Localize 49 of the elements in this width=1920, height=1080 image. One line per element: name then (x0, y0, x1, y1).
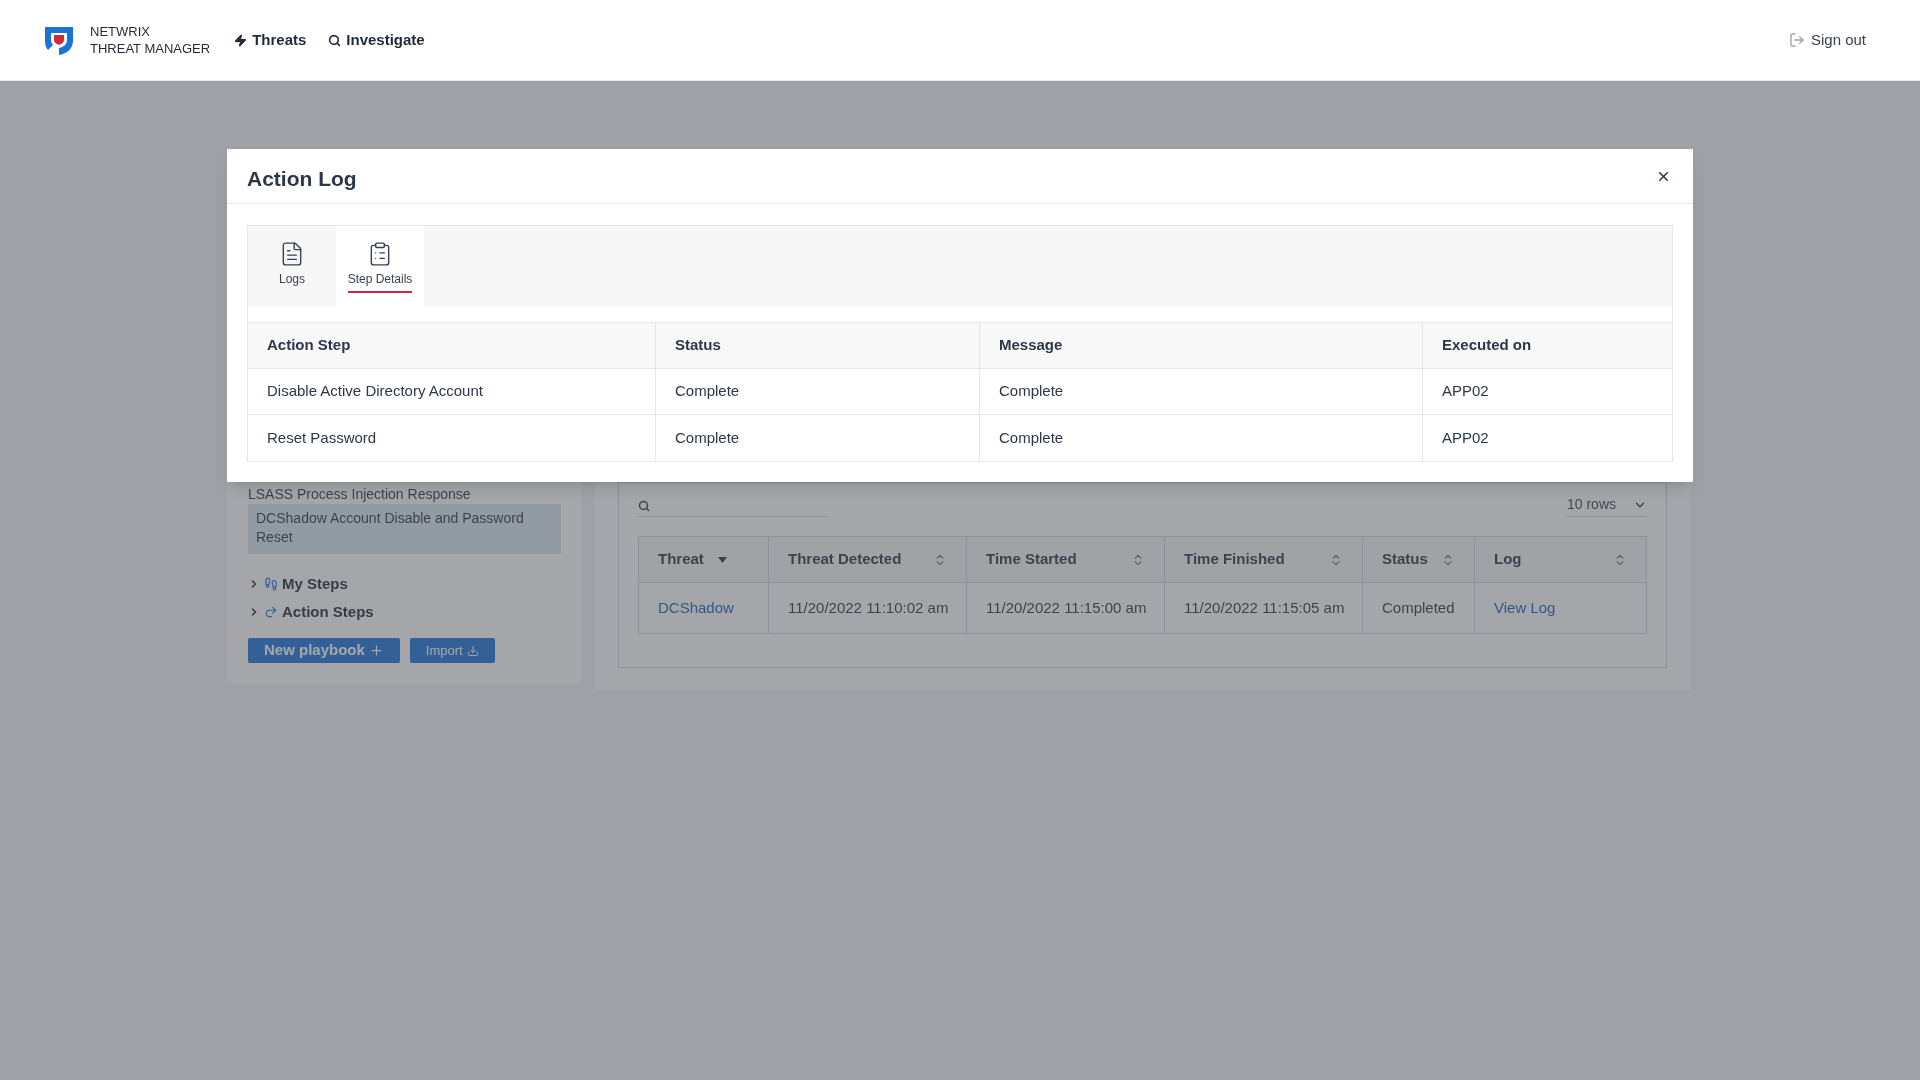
dialog-tab[interactable]: Step Details (336, 226, 424, 307)
table-cell-text: APP02 (1442, 427, 1489, 448)
column-header[interactable]: Time Finished (1165, 537, 1363, 582)
table-cell-text: Disable Active Directory Account (267, 381, 483, 402)
rows-per-page-select[interactable]: 10 rows (1567, 493, 1647, 517)
table-cell-text: Complete (999, 427, 1064, 448)
sign-out-link[interactable]: Sign out (1788, 28, 1866, 52)
table-cell-text: Complete (675, 427, 740, 448)
table-link[interactable]: DCShadow (658, 596, 734, 620)
download-icon (466, 644, 479, 657)
import-button[interactable]: Import (409, 638, 495, 663)
column-header: Status (656, 323, 980, 368)
table-cell-text: APP02 (1442, 381, 1489, 402)
column-header[interactable]: Threat Detected (769, 537, 967, 582)
table-cell-text: Reset Password (267, 427, 377, 448)
redo-arrow-icon (264, 605, 278, 619)
new-playbook-button[interactable]: New playbook (248, 638, 400, 663)
column-header[interactable]: Log (1475, 537, 1646, 582)
table-cell-text: Complete (999, 381, 1064, 402)
search-icon (328, 33, 342, 47)
dialog-title: Action Log (247, 166, 357, 193)
column-header: Executed on (1441, 335, 1533, 356)
sign-out-icon (1788, 32, 1805, 48)
table-link[interactable]: View Log (1494, 596, 1556, 620)
dialog-tab[interactable]: Logs (248, 226, 336, 307)
table-cell-text: 11/20/2022 11:10:02 am (788, 597, 949, 618)
table-cell-text: 11/20/2022 11:15:05 am (1184, 597, 1345, 618)
column-header: Message (980, 323, 1423, 368)
playbook-item[interactable]: DCShadow Account Disable and Password Reset (248, 504, 561, 554)
table-cell-text: Complete (675, 381, 740, 402)
tree-group[interactable]: Action Steps (248, 598, 561, 626)
plus-icon (368, 643, 384, 658)
footprints-icon (264, 577, 278, 591)
group-label: My Steps (282, 573, 348, 594)
nav-link[interactable]: Threats (234, 28, 307, 52)
playbook-item[interactable]: LSASS Process Injection Response (248, 485, 561, 504)
group-label: Action Steps (282, 601, 374, 622)
column-header[interactable]: Threat (639, 537, 769, 582)
nav-link[interactable]: Investigate (328, 28, 425, 52)
search-icon (638, 499, 650, 512)
brand-name: NETWRIX (90, 23, 151, 40)
column-header: Action Step (248, 323, 656, 368)
column-header[interactable]: Status (1363, 537, 1475, 582)
table-cell-text: Completed (1382, 597, 1455, 618)
column-header[interactable]: Time Started (967, 537, 1165, 582)
table-cell-text: 11/20/2022 11:15:00 am (986, 597, 1147, 618)
lightning-icon (234, 33, 248, 47)
tree-group[interactable]: My Steps (248, 570, 561, 598)
brand-name: THREAT MANAGER (90, 40, 211, 57)
